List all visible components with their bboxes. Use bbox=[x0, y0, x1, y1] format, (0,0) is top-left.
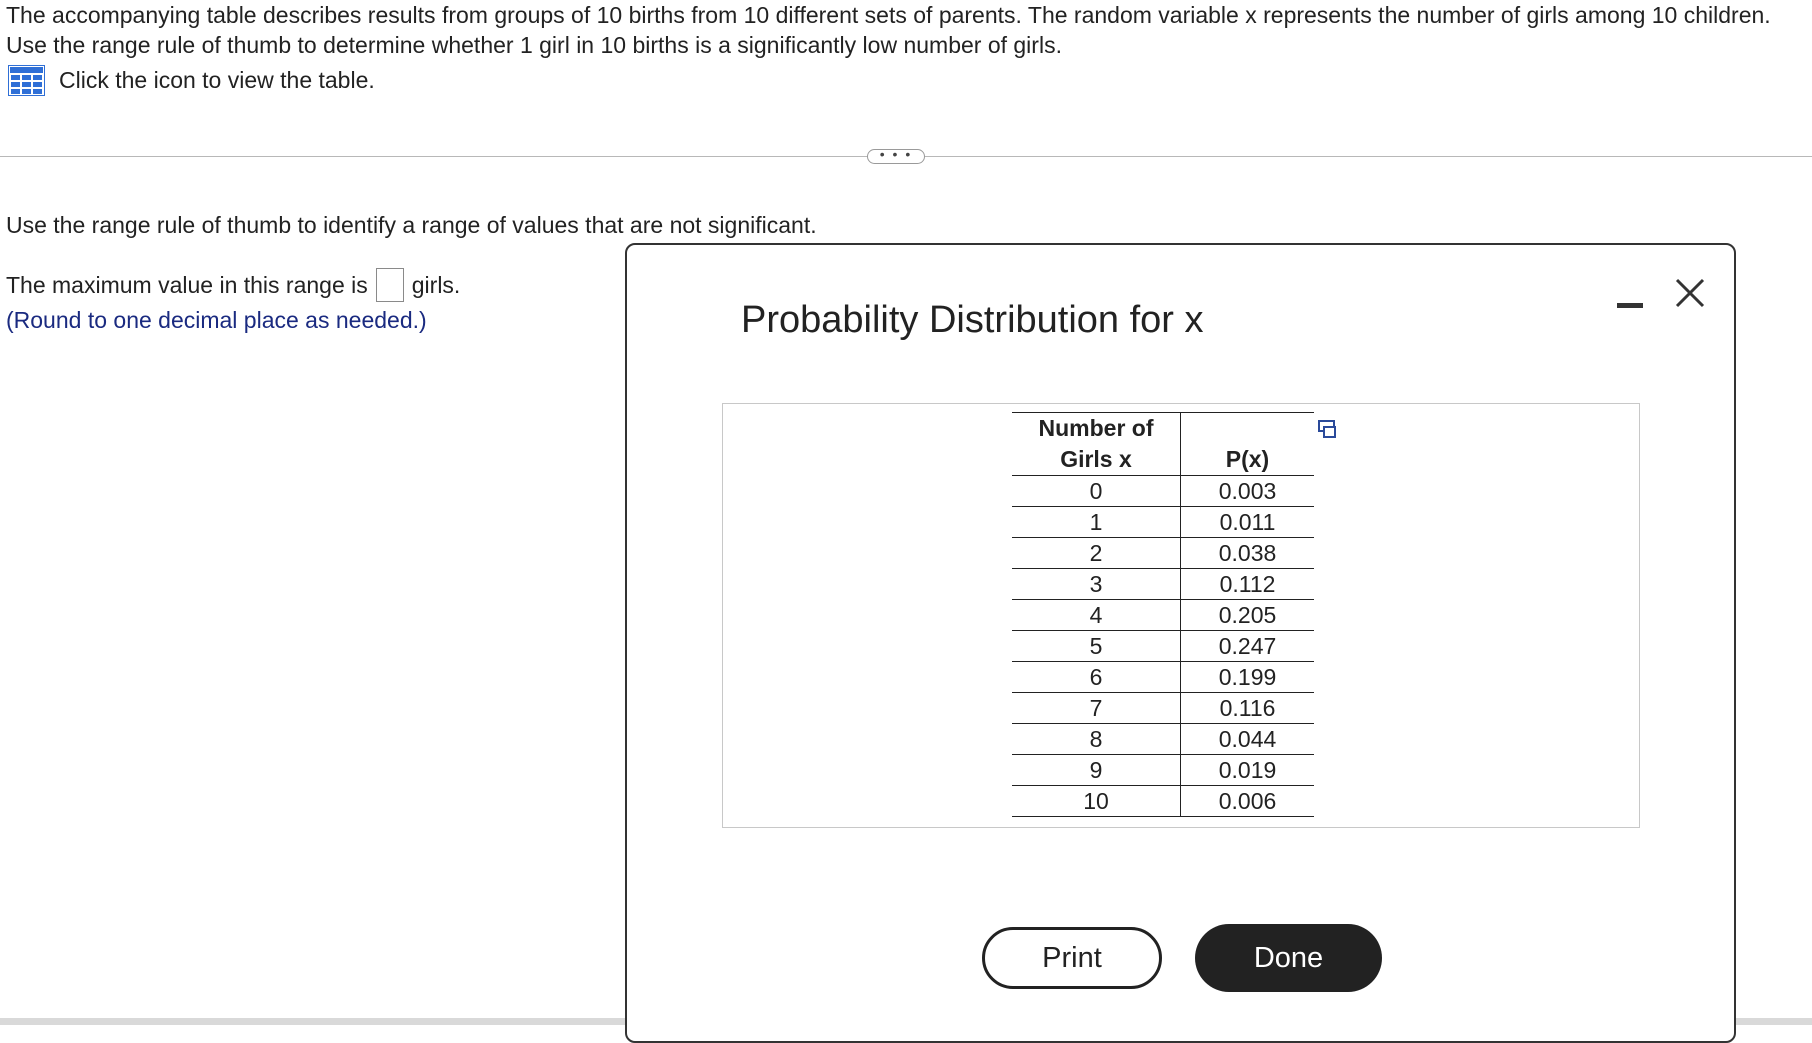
table-frame: Number of Girls x P(x) 0 0.003 1 0.011 2 0.03… bbox=[722, 403, 1640, 828]
header-number-of-girls: Number of Girls x bbox=[1012, 412, 1181, 476]
expand-more-button[interactable]: • • • bbox=[867, 147, 925, 164]
table-row: 0 0.003 bbox=[1012, 475, 1314, 507]
cell-number-of-girls: 7 bbox=[1012, 692, 1181, 724]
answer-suffix: girls. bbox=[411, 272, 461, 298]
answer-prefix: The maximum value in this range is bbox=[6, 272, 368, 298]
cell-probability: 0.006 bbox=[1180, 785, 1314, 817]
answer-line: The maximum value in this range is girls… bbox=[6, 268, 460, 302]
header-x-line2: Girls x bbox=[1060, 446, 1132, 472]
cell-probability: 0.247 bbox=[1180, 630, 1314, 662]
cell-number-of-girls: 2 bbox=[1012, 537, 1181, 569]
cell-number-of-girls: 9 bbox=[1012, 754, 1181, 786]
table-row: 8 0.044 bbox=[1012, 723, 1314, 755]
cell-number-of-girls: 8 bbox=[1012, 723, 1181, 755]
done-button[interactable]: Done bbox=[1195, 924, 1382, 992]
cell-number-of-girls: 1 bbox=[1012, 506, 1181, 538]
table-row: 6 0.199 bbox=[1012, 661, 1314, 693]
cell-probability: 0.044 bbox=[1180, 723, 1314, 755]
cell-probability: 0.038 bbox=[1180, 537, 1314, 569]
table-row: 1 0.011 bbox=[1012, 506, 1314, 538]
table-row: 10 0.006 bbox=[1012, 785, 1314, 817]
table-row: 7 0.116 bbox=[1012, 692, 1314, 724]
rounding-hint: (Round to one decimal place as needed.) bbox=[6, 307, 427, 333]
cell-number-of-girls: 5 bbox=[1012, 630, 1181, 662]
table-row: 5 0.247 bbox=[1012, 630, 1314, 662]
view-table-link[interactable]: Click the icon to view the table. bbox=[8, 65, 375, 96]
print-button[interactable]: Print bbox=[982, 927, 1162, 989]
cell-probability: 0.019 bbox=[1180, 754, 1314, 786]
table-row: 4 0.205 bbox=[1012, 599, 1314, 631]
subquestion-instruction: Use the range rule of thumb to identify … bbox=[6, 212, 817, 238]
more-dots-label[interactable]: • • • bbox=[880, 147, 912, 161]
table-header-row: Number of Girls x P(x) bbox=[1012, 412, 1314, 476]
cell-number-of-girls: 3 bbox=[1012, 568, 1181, 600]
cell-probability: 0.011 bbox=[1180, 506, 1314, 538]
probability-table: Number of Girls x P(x) 0 0.003 1 0.011 2 0.03… bbox=[1012, 412, 1314, 817]
close-button[interactable] bbox=[1672, 275, 1708, 311]
table-row: 3 0.112 bbox=[1012, 568, 1314, 600]
dialog-title: Probability Distribution for x bbox=[741, 299, 1204, 341]
table-row: 9 0.019 bbox=[1012, 754, 1314, 786]
cell-probability: 0.199 bbox=[1180, 661, 1314, 693]
cell-probability: 0.003 bbox=[1180, 475, 1314, 507]
close-icon[interactable] bbox=[1672, 275, 1708, 311]
minimize-button[interactable] bbox=[1614, 289, 1644, 319]
minimize-icon[interactable] bbox=[1617, 303, 1643, 308]
cell-probability: 0.205 bbox=[1180, 599, 1314, 631]
answer-input[interactable] bbox=[375, 268, 404, 302]
header-px: P(x) bbox=[1180, 412, 1314, 476]
cell-number-of-girls: 6 bbox=[1012, 661, 1181, 693]
cell-number-of-girls: 4 bbox=[1012, 599, 1181, 631]
cell-number-of-girls: 0 bbox=[1012, 475, 1181, 507]
question-text: The accompanying table describes results… bbox=[6, 2, 1771, 58]
cell-probability: 0.112 bbox=[1180, 568, 1314, 600]
table-grid-icon[interactable] bbox=[8, 65, 45, 96]
cell-number-of-girls: 10 bbox=[1012, 785, 1181, 817]
view-table-label[interactable]: Click the icon to view the table. bbox=[59, 67, 375, 94]
header-x-line1: Number of bbox=[1038, 415, 1154, 441]
cell-probability: 0.116 bbox=[1180, 692, 1314, 724]
copy-icon[interactable] bbox=[1317, 418, 1339, 440]
distribution-dialog: Probability Distribution for x Number of… bbox=[625, 243, 1736, 1043]
table-row: 2 0.038 bbox=[1012, 537, 1314, 569]
